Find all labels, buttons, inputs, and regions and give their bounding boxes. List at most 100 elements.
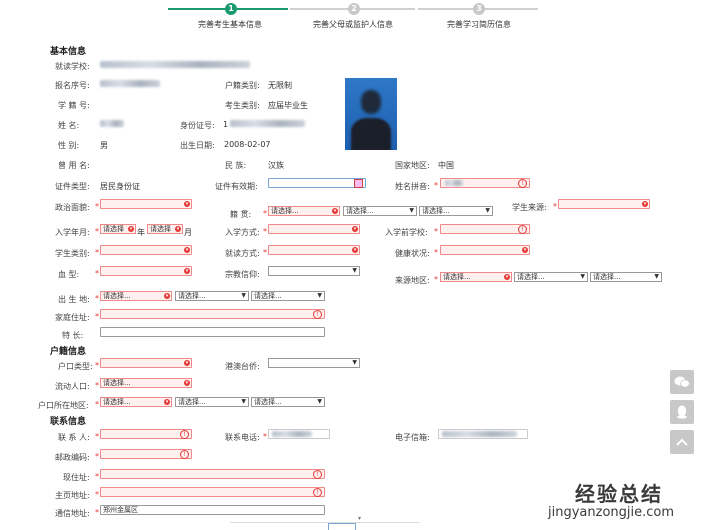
idcard-label: 身份证号: xyxy=(180,121,215,130)
step-2-label: 完善父母或监护人信息 xyxy=(313,20,393,29)
postcode-error-icon: ! xyxy=(180,450,189,459)
origin-province-select[interactable]: 请选择... ▾ xyxy=(440,272,512,282)
phone-input[interactable] xyxy=(268,429,330,439)
hukou-kind-required: * xyxy=(95,361,99,370)
native-label: 籍 贯: xyxy=(230,210,252,219)
origin-province-text: 请选择... xyxy=(443,273,471,281)
blood-select[interactable]: ▾ xyxy=(100,266,192,276)
enroll-month-select[interactable]: 请选择 ▾ xyxy=(147,224,183,234)
blood-arrow-icon: ▾ xyxy=(184,268,190,274)
examtype-label: 考生类别: xyxy=(225,101,260,110)
health-required: * xyxy=(434,248,438,257)
health-select[interactable]: ▾ xyxy=(440,245,530,255)
hukou-county-select[interactable]: 请选择... ▼ xyxy=(251,397,325,407)
religion-select[interactable]: ▼ xyxy=(268,266,360,276)
current-addr-required: * xyxy=(95,472,99,481)
hukou-type-value: 无限制 xyxy=(268,81,292,90)
address-input[interactable]: ! xyxy=(100,309,325,319)
photo-body xyxy=(351,118,391,150)
hukou-area-required: * xyxy=(95,400,99,409)
hukou-province-select[interactable]: 请选择... ▾ xyxy=(100,397,172,407)
mail-addr-input[interactable]: 郑州金属区 xyxy=(100,505,325,515)
stu-type-select[interactable]: ▾ xyxy=(100,245,192,255)
step-3-label: 完善学习简历信息 xyxy=(447,20,511,29)
idcard-prefix: 1 xyxy=(223,120,229,129)
postcode-input[interactable]: ! xyxy=(100,449,192,459)
contact-person-error-icon: ! xyxy=(180,430,189,439)
birthplace-county-select[interactable]: 请选择... ▼ xyxy=(251,291,325,301)
contact-person-input[interactable]: ! xyxy=(100,429,192,439)
study-way-arrow-icon: ▾ xyxy=(352,247,358,253)
cert-valid-label: 证件有效期: xyxy=(215,182,258,191)
native-county-select[interactable]: 请选择... ▼ xyxy=(419,206,493,216)
specialty-input[interactable] xyxy=(100,327,325,337)
step-3-circle[interactable]: 3 xyxy=(473,3,485,15)
wechat-icon[interactable] xyxy=(670,370,694,394)
home-addr-required: * xyxy=(95,490,99,499)
step-1-circle[interactable]: 1 xyxy=(225,3,237,15)
origin-city-select[interactable]: 请选择... ▼ xyxy=(514,272,588,282)
contact-person-required: * xyxy=(95,432,99,441)
study-way-required: * xyxy=(263,248,267,257)
enroll-year-text: 请选择 xyxy=(103,225,124,233)
enroll-required: * xyxy=(95,227,99,236)
floating-select[interactable]: 请选择... ▾ xyxy=(100,378,192,388)
health-arrow-icon: ▾ xyxy=(522,247,528,253)
political-select[interactable]: ▾ xyxy=(100,199,192,209)
home-addr-input[interactable]: ! xyxy=(100,487,325,497)
source-select[interactable]: ▾ xyxy=(558,199,650,209)
origin-county-select[interactable]: 请选择... ▼ xyxy=(590,272,662,282)
student-photo xyxy=(345,78,397,150)
country-value: 中国 xyxy=(438,161,454,170)
birthplace-required: * xyxy=(95,294,99,303)
month-char: 月 xyxy=(184,228,192,237)
native-province-select[interactable]: 请选择... ▾ xyxy=(268,206,340,216)
watermark-en: jingyanzongjie.com xyxy=(548,505,675,520)
prev-school-input[interactable]: ! xyxy=(440,224,530,234)
study-way-select[interactable]: ▾ xyxy=(268,245,360,255)
pinyin-required: * xyxy=(434,181,438,190)
email-input[interactable] xyxy=(438,429,528,439)
enroll-way-select[interactable]: ▾ xyxy=(268,224,360,234)
email-value xyxy=(442,431,517,437)
calendar-icon[interactable] xyxy=(354,179,363,188)
cert-type-value: 居民身份证 xyxy=(100,182,140,191)
postcode-label: 邮政编码: xyxy=(55,453,90,462)
political-dropdown-icon: ▾ xyxy=(183,200,191,210)
section-contact-info: 联系信息 xyxy=(50,417,87,427)
pinyin-error-icon: ! xyxy=(518,179,527,188)
cert-valid-input[interactable] xyxy=(268,178,366,188)
back-to-top-icon[interactable] xyxy=(670,430,694,454)
qq-icon[interactable] xyxy=(670,400,694,424)
source-arrow-icon: ▾ xyxy=(642,201,648,207)
birthplace-city-arrow-icon: ▼ xyxy=(241,292,246,299)
source-required: * xyxy=(553,202,557,211)
enroll-year-select[interactable]: 请选择 ▾ xyxy=(100,224,136,234)
enroll-way-required: * xyxy=(263,227,267,236)
gender-value: 男 xyxy=(100,141,108,150)
pinyin-input[interactable]: ! xyxy=(440,178,530,188)
birth-label: 出生日期: xyxy=(180,141,215,150)
hk-arrow-icon: ▼ xyxy=(352,359,357,366)
pager-chevron-icon: ▾ xyxy=(358,515,362,522)
hukou-kind-select[interactable]: ▾ xyxy=(100,358,192,368)
birthplace-city-select[interactable]: 请选择... ▼ xyxy=(175,291,249,301)
step-2-circle[interactable]: 2 xyxy=(348,3,360,15)
native-city-select[interactable]: 请选择... ▼ xyxy=(343,206,417,216)
origin-city-arrow-icon: ▼ xyxy=(580,273,585,280)
hk-label: 港澳台侨: xyxy=(225,362,260,371)
ethnic-label: 民 族: xyxy=(225,161,247,170)
study-way-label: 就读方式: xyxy=(225,249,260,258)
birthplace-county-text: 请选择... xyxy=(254,292,282,300)
hukou-county-arrow-icon: ▼ xyxy=(317,398,322,405)
postcode-required: * xyxy=(95,452,99,461)
blood-required: * xyxy=(95,269,99,278)
enroll-month-arrow-icon: ▾ xyxy=(175,226,181,232)
hukou-city-select[interactable]: 请选择... ▼ xyxy=(175,397,249,407)
birthplace-county-arrow-icon: ▼ xyxy=(317,292,322,299)
hk-select[interactable]: ▼ xyxy=(268,358,360,368)
current-addr-input[interactable]: ! xyxy=(100,469,325,479)
birthplace-province-select[interactable]: 请选择... ▾ xyxy=(100,291,172,301)
health-label: 健康状况: xyxy=(395,249,430,258)
specialty-label: 特 长: xyxy=(62,331,84,340)
